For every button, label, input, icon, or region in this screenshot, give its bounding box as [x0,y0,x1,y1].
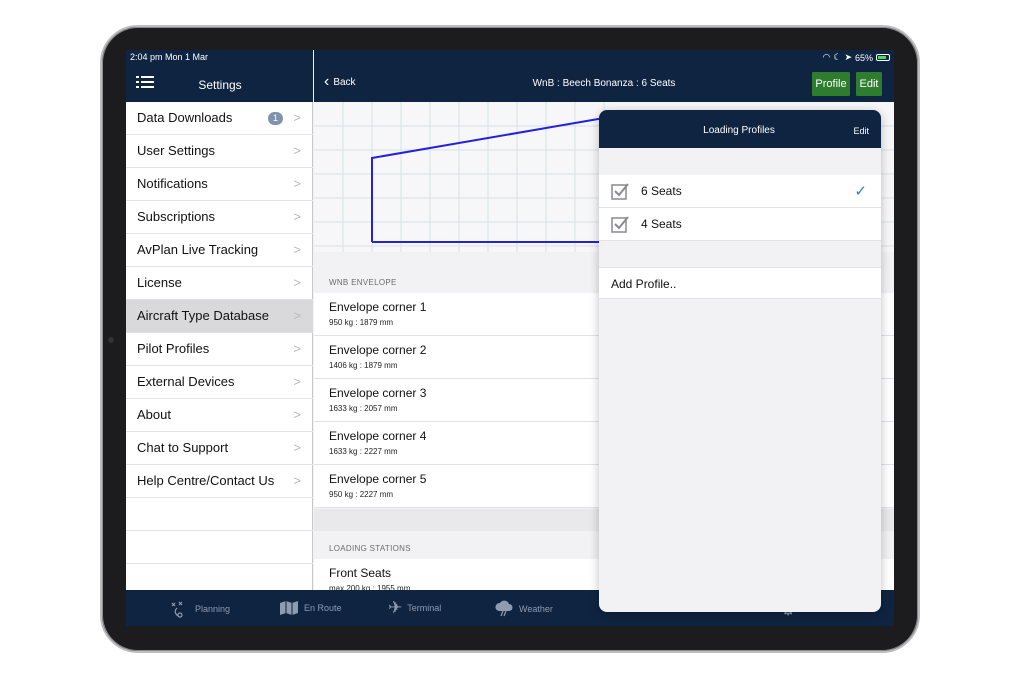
sidebar-item-pilot-profiles[interactable]: Pilot Profiles > [126,333,313,366]
tab-label: Terminal [407,603,442,613]
camera-dot [108,337,114,343]
sidebar-item-license[interactable]: License > [126,267,313,300]
sidebar-title: Settings [198,78,242,92]
chevron-right-icon: > [293,143,301,158]
row-title: Envelope corner 2 [329,343,427,357]
row-value: 1633 kg : 2227 mm [329,447,398,456]
section-header-stations: LOADING STATIONS [329,544,411,553]
sidebar-item-data-downloads[interactable]: Data Downloads 1 > [126,102,313,135]
count-badge: 1 [268,112,283,125]
airplane-icon: ✈ [388,598,403,617]
row-title: Envelope corner 3 [329,386,427,400]
tab-en-route[interactable]: En Route [279,600,342,616]
sidebar-item-live-tracking[interactable]: AvPlan Live Tracking > [126,234,313,267]
sidebar-item-label: User Settings [137,143,216,158]
sidebar-item-notifications[interactable]: Notifications > [126,168,313,201]
status-bar: 2:04 pm Mon 1 Mar ◠ ☾ ➤ 65% [126,50,894,64]
sidebar-item-label: Subscriptions [137,209,216,224]
list-menu-icon[interactable] [136,75,154,89]
screen: 2:04 pm Mon 1 Mar ◠ ☾ ➤ 65% Settings Dat… [126,50,894,626]
row-title: Envelope corner 5 [329,472,427,486]
chevron-right-icon: > [293,440,301,455]
row-title: Front Seats [329,566,392,580]
sidebar-item-label: Help Centre/Contact Us [137,473,275,488]
moon-icon: ☾ [833,52,842,62]
weather-icon [495,600,513,617]
chevron-right-icon: > [293,176,301,191]
sidebar-empty-row [126,498,313,531]
profile-item-6-seats[interactable]: 6 Seats ✓ [599,175,881,208]
checkbox-checked-icon [611,183,629,200]
tab-planning[interactable]: Planning [170,600,230,618]
selected-checkmark-icon: ✓ [854,183,867,200]
planning-icon [171,601,183,618]
tab-label: En Route [304,603,342,613]
battery-icon [876,54,890,61]
chevron-right-icon: > [293,473,301,488]
tab-label: Planning [195,604,231,614]
tab-terminal[interactable]: ✈ Terminal [388,598,442,617]
row-value: 1406 kg : 1879 mm [329,361,398,370]
popover-arrow [689,53,705,61]
row-value: 950 kg : 2227 mm [329,490,394,499]
location-icon: ➤ [844,52,852,62]
sidebar-item-label: External Devices [137,374,235,389]
chevron-right-icon: > [293,341,301,356]
chevron-right-icon: > [293,110,301,125]
sidebar-item-label: AvPlan Live Tracking [137,242,259,257]
back-label: Back [333,76,356,88]
chevron-right-icon: > [293,242,301,257]
settings-list: Data Downloads 1 > User Settings > Notif… [126,102,313,597]
add-profile-button[interactable]: Add Profile.. [599,267,881,299]
sidebar-item-label: Aircraft Type Database [137,308,269,323]
sidebar-item-about[interactable]: About > [126,399,313,432]
chevron-right-icon: > [293,407,301,422]
sidebar-item-label: Data Downloads [137,110,233,125]
back-button[interactable]: ‹ Back [324,73,356,90]
sidebar-empty-row [126,531,313,564]
profile-label: 4 Seats [641,217,682,231]
sidebar-item-label: Notifications [137,176,208,191]
sidebar-item-user-settings[interactable]: User Settings > [126,135,313,168]
section-header-envelope: WNB ENVELOPE [329,278,397,287]
profile-list: 6 Seats ✓ 4 Seats [599,175,881,241]
page-title: WnB : Beech Bonanza : 6 Seats [532,78,676,89]
chevron-right-icon: > [293,374,301,389]
wifi-icon: ◠ [822,52,831,62]
chevron-left-icon: ‹ [324,73,330,90]
settings-sidebar: Settings Data Downloads 1 > User Setting… [126,50,313,597]
sidebar-item-aircraft-type-database[interactable]: Aircraft Type Database > [126,300,313,333]
row-value: 950 kg : 1879 mm [329,318,394,327]
sidebar-item-chat-to-support[interactable]: Chat to Support > [126,432,313,465]
sidebar-item-label: Pilot Profiles [137,341,210,356]
row-title: Envelope corner 4 [329,429,427,443]
tab-weather[interactable]: Weather [494,600,553,618]
loading-profiles-popover: Loading Profiles Edit 6 Seats ✓ 4 Seats [599,110,881,612]
add-profile-label: Add Profile.. [611,277,677,291]
status-right: ◠ ☾ ➤ 65% [822,52,890,63]
chevron-right-icon: > [293,308,301,323]
popover-title: Loading Profiles [703,125,775,136]
popover-edit-button[interactable]: Edit [853,126,869,136]
map-icon [280,601,298,615]
chevron-right-icon: > [293,275,301,290]
status-time: 2:04 pm Mon 1 Mar [130,52,209,62]
sidebar-item-label: License [137,275,182,290]
sidebar-item-label: Chat to Support [137,440,229,455]
sidebar-item-subscriptions[interactable]: Subscriptions > [126,201,313,234]
chevron-right-icon: > [293,209,301,224]
tab-label: Weather [519,604,553,614]
sidebar-item-label: About [137,407,171,422]
edit-button[interactable]: Edit [856,72,882,96]
checkbox-checked-icon [611,216,629,233]
popover-header: Loading Profiles Edit [599,110,881,148]
profile-item-4-seats[interactable]: 4 Seats [599,208,881,241]
profile-label: 6 Seats [641,184,682,198]
sidebar-item-help-centre[interactable]: Help Centre/Contact Us > [126,465,313,498]
battery-percent: 65% [854,52,873,63]
sidebar-item-external-devices[interactable]: External Devices > [126,366,313,399]
profile-button[interactable]: Profile [812,72,850,96]
row-title: Envelope corner 1 [329,300,427,314]
row-value: 1633 kg : 2057 mm [329,404,398,413]
